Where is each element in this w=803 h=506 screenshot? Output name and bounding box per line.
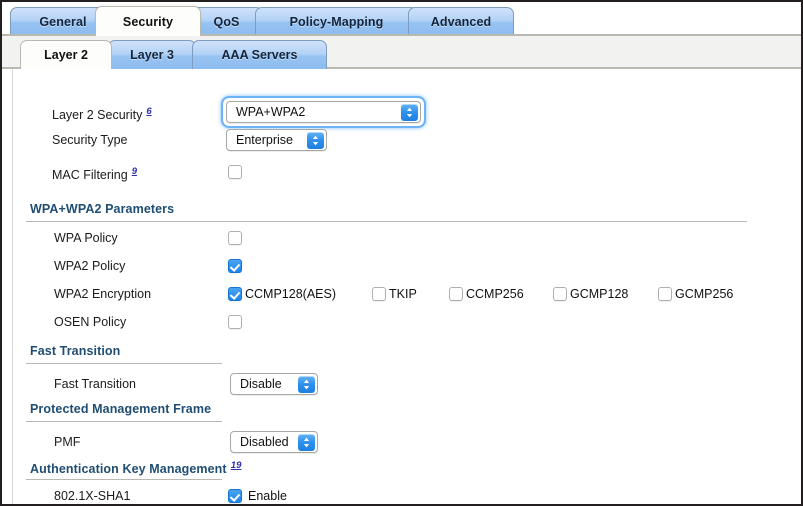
chevron-updown-icon[interactable]	[307, 132, 324, 149]
akm-enable-label: Enable	[248, 489, 287, 503]
row-wpa2-policy: WPA2 Policy	[2, 258, 801, 286]
row-osen-policy: OSEN Policy	[2, 314, 801, 342]
mac-filtering-label: MAC Filtering 9	[52, 164, 137, 183]
tab-aaa-servers[interactable]: AAA Servers	[192, 40, 327, 69]
tab-label: Layer 2	[44, 48, 88, 62]
tab-label: Security	[122, 14, 174, 29]
encryption-label-tkip: TKIP	[389, 287, 417, 301]
footnote-marker-6[interactable]: 6	[146, 106, 151, 117]
encryption-checkbox-gcmp128[interactable]	[553, 287, 567, 301]
fast-transition-heading: Fast Transition	[30, 344, 121, 358]
chevron-updown-icon[interactable]	[298, 376, 315, 393]
tab-security[interactable]: Security	[95, 6, 201, 36]
row-security-type: Security Type Enterprise	[2, 126, 801, 154]
pmf-select[interactable]: Disabled	[230, 431, 318, 453]
fast-transition-label: Fast Transition	[54, 377, 136, 391]
pmf-label: PMF	[54, 435, 81, 449]
encryption-checkbox-ccmp256[interactable]	[449, 287, 463, 301]
label-text: Layer 2 Security	[52, 108, 143, 123]
encryption-label-gcmp128: GCMP128	[570, 287, 629, 301]
security-type-select[interactable]: Enterprise	[226, 129, 327, 151]
footnote-marker-19[interactable]: 19	[231, 460, 242, 471]
tab-label: Layer 3	[130, 48, 174, 62]
primary-tab-bar: General Security QoS Policy-Mapping Adva…	[2, 2, 801, 36]
row-fast-transition: Fast Transition Disable	[2, 370, 801, 398]
wpa-policy-label: WPA Policy	[54, 231, 118, 245]
row-8021x-sha1: 802.1X-SHA1 Enable	[2, 488, 801, 504]
heading-text: Authentication Key Management	[30, 462, 227, 477]
layer2-security-value: WPA+WPA2	[236, 105, 306, 119]
mac-filtering-checkbox[interactable]	[228, 165, 242, 179]
chevron-updown-icon[interactable]	[401, 104, 418, 121]
security-layer2-panel: Layer 2 Security 6 WPA+WPA2 Security Typ…	[2, 69, 801, 504]
tab-layer-2[interactable]: Layer 2	[20, 40, 112, 69]
fast-transition-value: Disable	[240, 377, 282, 391]
security-type-value: Enterprise	[236, 133, 293, 147]
akm-heading: Authentication Key Management 19	[30, 460, 241, 476]
layer2-security-select[interactable]: WPA+WPA2	[226, 101, 421, 123]
encryption-checkbox-ccmp128[interactable]	[228, 287, 242, 301]
tab-label: QoS	[213, 14, 240, 29]
security-type-label: Security Type	[52, 133, 128, 147]
tab-advanced[interactable]: Advanced	[408, 7, 514, 35]
encryption-checkbox-tkip[interactable]	[372, 287, 386, 301]
chevron-updown-icon[interactable]	[298, 434, 315, 451]
row-wpa-policy: WPA Policy	[2, 230, 801, 258]
pmf-heading: Protected Management Frame	[30, 402, 212, 416]
wpa2-encryption-label: WPA2 Encryption	[54, 287, 152, 301]
row-layer2-security: Layer 2 Security 6 WPA+WPA2	[2, 98, 801, 126]
tab-policy-mapping[interactable]: Policy-Mapping	[255, 7, 418, 35]
tab-label: Policy-Mapping	[289, 14, 384, 29]
label-text: MAC Filtering	[52, 168, 128, 183]
wpa-params-heading: WPA+WPA2 Parameters	[30, 202, 175, 216]
tab-label: General	[39, 14, 87, 29]
pmf-value: Disabled	[240, 435, 289, 449]
encryption-label-ccmp128: CCMP128(AES)	[245, 287, 336, 301]
wpa-params-rule	[26, 221, 747, 222]
tab-label: Advanced	[430, 14, 492, 29]
encryption-label-ccmp256: CCMP256	[466, 287, 524, 301]
tab-label: AAA Servers	[221, 48, 298, 62]
fast-transition-select[interactable]: Disable	[230, 373, 318, 395]
layer2-security-label: Layer 2 Security 6	[52, 98, 152, 129]
wpa-policy-checkbox[interactable]	[228, 231, 242, 245]
wpa2-policy-checkbox[interactable]	[228, 259, 242, 273]
wpa2-policy-label: WPA2 Policy	[54, 259, 126, 273]
row-mac-filtering: MAC Filtering 9	[2, 164, 801, 192]
tab-layer-3[interactable]: Layer 3	[108, 40, 196, 69]
akm-enable-checkbox[interactable]	[228, 489, 242, 503]
fast-transition-rule	[26, 363, 222, 364]
pmf-rule	[26, 421, 222, 422]
encryption-label-gcmp256: GCMP256	[675, 287, 734, 301]
osen-policy-checkbox[interactable]	[228, 315, 242, 329]
akm-8021x-sha1-label: 802.1X-SHA1	[54, 489, 131, 503]
row-wpa2-encryption: WPA2 Encryption CCMP128(AES) TKIP CCMP25…	[2, 286, 801, 314]
secondary-tab-bar: Layer 2 Layer 3 AAA Servers	[2, 36, 801, 69]
wlan-configuration-window: General Security QoS Policy-Mapping Adva…	[0, 0, 803, 506]
encryption-checkbox-gcmp256[interactable]	[658, 287, 672, 301]
akm-rule	[26, 479, 222, 480]
footnote-marker-9[interactable]: 9	[132, 166, 137, 177]
osen-policy-label: OSEN Policy	[54, 315, 127, 329]
row-pmf: PMF Disabled	[2, 428, 801, 456]
